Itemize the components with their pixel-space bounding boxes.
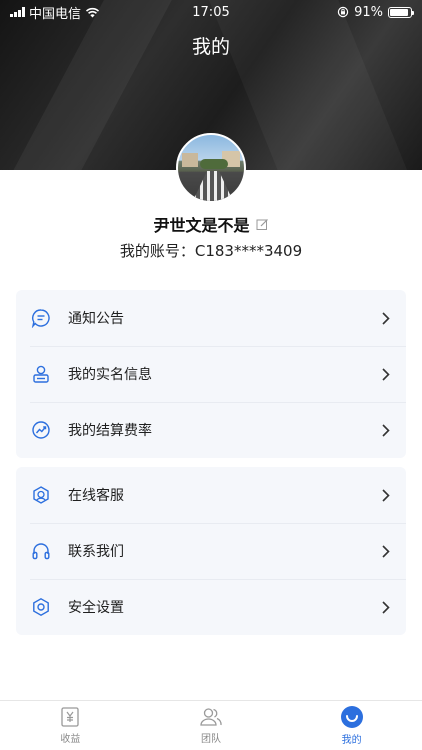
user-name-row: 尹世文是不是 [0,212,422,236]
tab-mine[interactable]: 我的 [281,701,422,750]
tab-team[interactable]: 团队 [141,701,282,750]
tab-label: 我的 [341,735,362,746]
menu-card-support: 在线客服 联系我们 安全设置 [16,467,406,635]
security-settings-icon [30,596,52,618]
menu-item-label: 安全设置 [68,600,124,616]
team-icon [200,708,222,726]
battery-icon [388,6,414,18]
rate-trend-icon [30,419,52,441]
account-number: 我的账号：C183****3409 [119,242,303,260]
clock: 17:05 [192,4,230,20]
chevron-right-icon [380,423,392,437]
avatar[interactable] [176,133,246,203]
chevron-right-icon [380,600,392,614]
rotation-lock-icon [337,6,349,18]
menu-item-real-name-info[interactable]: 我的实名信息 [16,346,406,402]
wifi-icon [85,7,100,17]
customer-service-icon [30,484,52,506]
chevron-right-icon [380,544,392,558]
page-title: 我的 [191,36,230,58]
menu-item-announcements[interactable]: 通知公告 [16,290,406,346]
menu-item-label: 在线客服 [68,488,124,504]
status-bar: 中国电信 17:05 91% [0,0,422,24]
menu-item-security-settings[interactable]: 安全设置 [16,579,406,635]
profile-icon [340,706,363,728]
battery-percent: 91% [354,4,383,20]
edit-icon[interactable] [256,218,269,231]
chevron-right-icon [380,367,392,381]
announcement-icon [30,307,52,329]
carrier-label: 中国电信 [29,6,82,22]
menu-item-label: 通知公告 [68,311,124,327]
id-badge-icon [30,363,52,385]
menu-card-account: 通知公告 我的实名信息 我的结算费率 [16,290,406,458]
tab-earnings[interactable]: 收益 [0,701,141,750]
menu-item-label: 我的结算费率 [68,423,152,439]
header-decoration [2,0,178,170]
bottom-tab-bar: 收益 团队 我的 [0,700,422,750]
tab-label: 收益 [60,734,81,745]
earnings-icon [61,707,79,727]
menu-item-label: 联系我们 [68,544,124,560]
headphones-icon [30,540,52,562]
chevron-right-icon [380,488,392,502]
menu-item-contact-us[interactable]: 联系我们 [16,523,406,579]
signal-icon [10,7,25,17]
user-name: 尹世文是不是 [153,216,250,235]
chevron-right-icon [380,311,392,325]
menu-item-label: 我的实名信息 [68,367,152,383]
menu-item-online-service[interactable]: 在线客服 [16,467,406,523]
tab-label: 团队 [201,734,221,745]
menu-item-settlement-rate[interactable]: 我的结算费率 [16,402,406,458]
